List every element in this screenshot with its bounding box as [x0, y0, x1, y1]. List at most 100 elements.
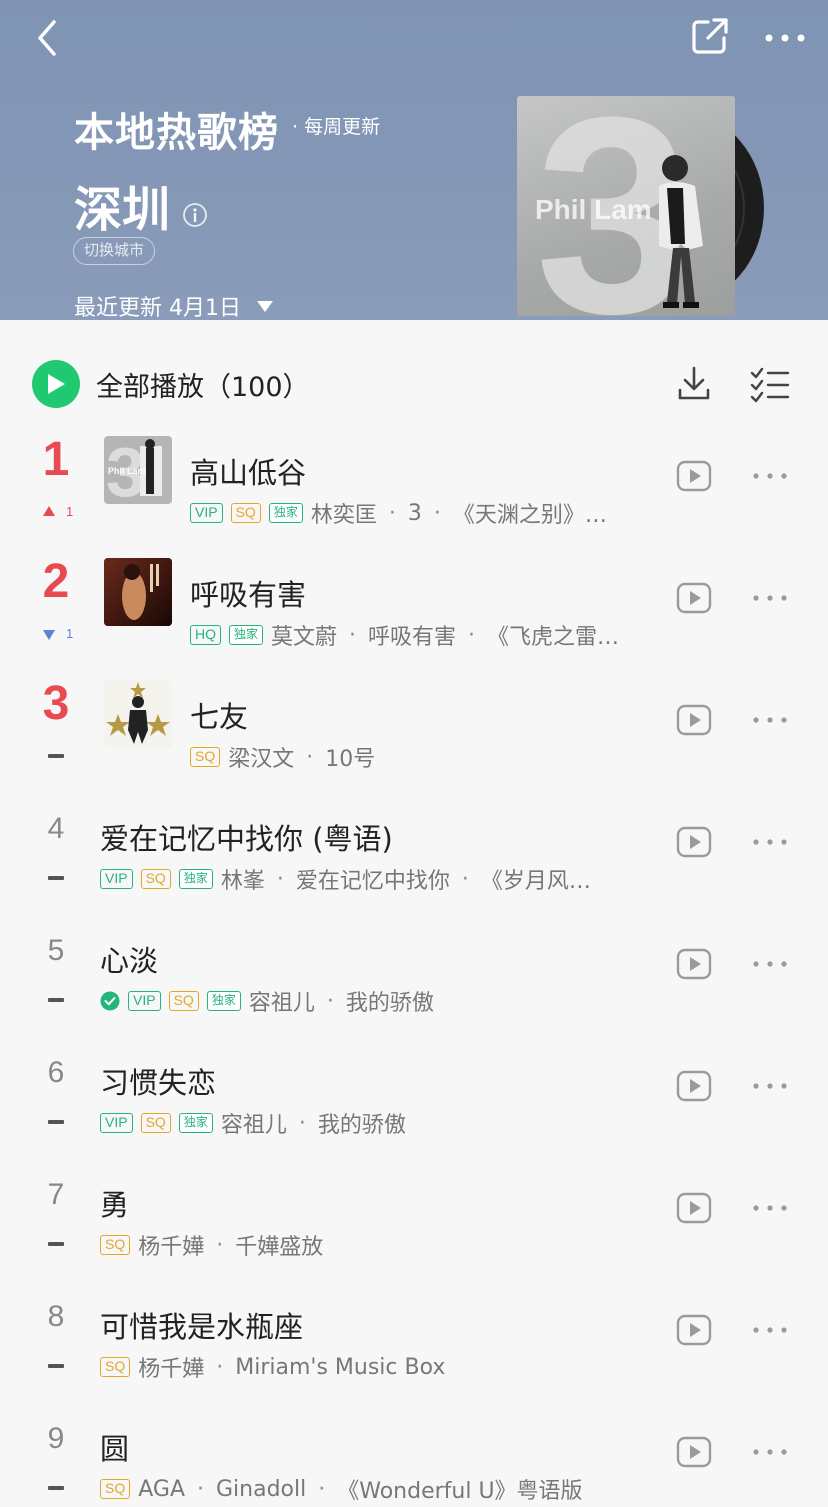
quality-badge: SQ	[168, 991, 199, 1011]
city-name: 深圳	[74, 182, 171, 238]
song-rank: 6	[47, 1056, 65, 1089]
play-video-icon[interactable]	[676, 580, 712, 616]
song-row[interactable]: 9 圆 SQ AGA · Ginadoll · 《Wonderful U》粤语版	[0, 1402, 828, 1507]
song-album-info: Miriam's Music Box	[235, 1354, 446, 1380]
song-album-info: 《Wonderful U》粤语版	[337, 1479, 583, 1504]
song-meta: HQ 独家 莫文蔚 · 呼吸有害 · 《飞虎之雷…	[190, 620, 660, 650]
meta-separator: ·	[468, 622, 476, 648]
back-arrow-icon[interactable]	[28, 16, 68, 60]
song-list: 11 3 Phil Lam 高山低谷 VIP SQ 独家 林奕匡 · 3 · 《天渊之别》… 2 1…	[0, 426, 828, 1507]
song-more-icon[interactable]	[750, 958, 790, 970]
song-meta: VIP SQ 独家 林峯 · 爱在记忆中找你 · 《岁月风…	[100, 864, 660, 894]
song-more-icon[interactable]	[750, 1202, 790, 1214]
song-more-icon[interactable]	[750, 836, 790, 848]
song-more-icon[interactable]	[750, 592, 790, 604]
download-icon[interactable]	[674, 364, 714, 404]
song-album-info: 我的骄傲	[345, 991, 434, 1016]
song-artist: 杨千嬅	[138, 1357, 205, 1382]
quality-badge: SQ	[100, 1479, 131, 1499]
quality-badge: 独家	[178, 869, 213, 889]
quality-badge: 独家	[268, 503, 303, 523]
cover-artist-text: Phil Lam	[535, 194, 652, 225]
song-meta: SQ 梁汉文 · 10号	[190, 742, 660, 772]
quality-badge: 独家	[178, 1113, 213, 1133]
quality-badge: VIP	[100, 869, 133, 889]
quality-badge: HQ	[190, 625, 221, 645]
rank-change-indicator	[40, 1114, 74, 1130]
rank-change-indicator	[40, 1358, 74, 1374]
song-more-icon[interactable]	[750, 1324, 790, 1336]
song-title: 心淡	[100, 944, 159, 978]
song-album-info: 我的骄傲	[317, 1113, 406, 1138]
song-meta: VIP SQ 独家 容祖儿 · 我的骄傲	[100, 986, 660, 1016]
song-row[interactable]: 3 七友 SQ 梁汉文 · 10号	[0, 670, 828, 792]
play-video-icon[interactable]	[676, 702, 712, 738]
chart-header: 本地热歌榜 · 每周更新 深圳 切换城市 最近更新 4月1日 3 Phil La…	[0, 0, 828, 320]
play-video-icon[interactable]	[676, 458, 712, 494]
song-row[interactable]: 7 勇 SQ 杨千嬅 · 千嬅盛放	[0, 1158, 828, 1280]
play-video-icon[interactable]	[676, 824, 712, 860]
rank-unchanged-icon	[48, 1120, 64, 1124]
song-title: 习惯失恋	[100, 1066, 217, 1100]
song-more-icon[interactable]	[750, 1080, 790, 1092]
rank-up-icon	[43, 506, 55, 516]
rank-unchanged-icon	[48, 754, 64, 758]
song-rank: 4	[47, 812, 65, 845]
song-artist: 杨千嬅	[138, 1235, 205, 1260]
rank-change-value: 1	[66, 504, 74, 519]
song-more-icon[interactable]	[750, 470, 790, 482]
play-video-icon[interactable]	[676, 1312, 712, 1348]
song-row[interactable]: 4 爱在记忆中找你 (粤语) VIP SQ 独家 林峯 · 爱在记忆中找你 · 《岁月风…	[0, 792, 828, 914]
more-options-icon[interactable]	[760, 18, 810, 58]
chart-cover-image[interactable]: 3 Phil Lam	[517, 96, 735, 316]
meta-separator: ·	[388, 500, 396, 526]
song-more-icon[interactable]	[750, 714, 790, 726]
play-video-icon[interactable]	[676, 1434, 712, 1470]
rank-unchanged-icon	[48, 1364, 64, 1368]
quality-badge: SQ	[230, 503, 261, 523]
play-all-button[interactable]: 全部播放 （100）	[32, 360, 310, 408]
quality-badge: SQ	[100, 1357, 131, 1377]
rank-unchanged-icon	[48, 876, 64, 880]
song-row[interactable]: 8 可惜我是水瓶座 SQ 杨千嬅 · Miriam's Music Box	[0, 1280, 828, 1402]
song-title: 勇	[100, 1188, 130, 1222]
song-row[interactable]: 6 习惯失恋 VIP SQ 独家 容祖儿 · 我的骄傲	[0, 1036, 828, 1158]
song-row[interactable]: 5 心淡 VIP SQ 独家 容祖儿 · 我的骄傲	[0, 914, 828, 1036]
song-title: 可惜我是水瓶座	[100, 1310, 304, 1344]
quality-badge: VIP	[190, 503, 223, 523]
quality-badge: VIP	[128, 991, 161, 1011]
song-album-info: 《飞虎之雷…	[487, 625, 620, 650]
play-video-icon[interactable]	[676, 1068, 712, 1104]
song-row[interactable]: 1 1 3 Phil Lam 高山低谷 VIP SQ 独家 林奕匡 · 3 · 《天渊之别》…	[0, 426, 828, 548]
play-video-icon[interactable]	[676, 1190, 712, 1226]
play-all-count: （100）	[204, 371, 310, 403]
share-icon[interactable]	[688, 14, 732, 58]
song-artist: 林奕匡	[310, 503, 377, 528]
play-video-icon[interactable]	[676, 946, 712, 982]
update-date-label: 最近更新 4月1日	[74, 296, 241, 320]
meta-separator: ·	[298, 1110, 306, 1136]
song-rank: 7	[47, 1178, 65, 1211]
quality-badge: 独家	[229, 625, 264, 645]
song-artist: 莫文蔚	[271, 625, 338, 650]
song-more-icon[interactable]	[750, 1446, 790, 1458]
song-cover-thumbnail	[104, 558, 172, 626]
chart-title: 本地热歌榜	[74, 110, 279, 156]
song-artist: 林峯	[220, 869, 265, 894]
switch-city-button[interactable]: 切换城市	[73, 237, 156, 265]
meta-separator: ·	[318, 1476, 326, 1502]
chart-update-frequency: · 每周更新	[292, 116, 381, 138]
song-meta: VIP SQ 独家 容祖儿 · 我的骄傲	[100, 1108, 660, 1138]
meta-separator: ·	[461, 866, 469, 892]
rank-unchanged-icon	[48, 1242, 64, 1246]
song-album-info: 爱在记忆中找你	[295, 869, 450, 894]
update-date-selector[interactable]: 最近更新 4月1日	[74, 290, 273, 320]
song-artist: 梁汉文	[228, 747, 295, 772]
song-row[interactable]: 2 1 呼吸有害 HQ 独家 莫文蔚 · 呼吸有害 · 《飞虎之雷…	[0, 548, 828, 670]
info-icon[interactable]	[182, 202, 208, 228]
song-artist: AGA	[138, 1476, 185, 1502]
song-title: 七友	[190, 700, 249, 734]
multi-select-icon[interactable]	[748, 366, 792, 404]
rank-change-indicator: 1	[40, 504, 74, 520]
rank-unchanged-icon	[48, 1486, 64, 1490]
